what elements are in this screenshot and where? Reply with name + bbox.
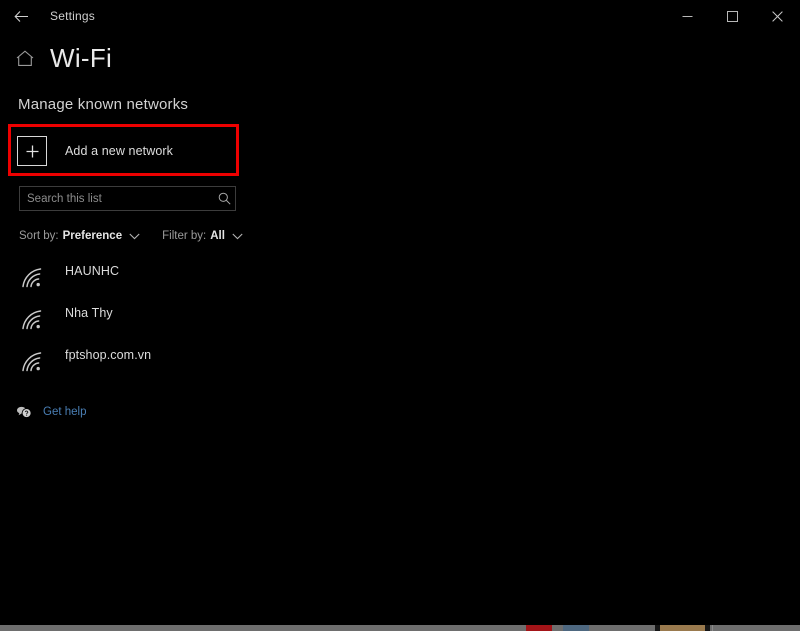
title-bar: Settings [0, 0, 800, 32]
sort-by-label: Sort by: [19, 230, 59, 242]
add-network-label: Add a new network [65, 144, 174, 158]
page-title: Wi-Fi [50, 43, 113, 73]
app-title: Settings [50, 9, 95, 23]
network-list-item[interactable]: HAUNHC [16, 255, 316, 297]
search-icon[interactable] [213, 187, 235, 210]
wifi-icon [18, 347, 48, 373]
taskbar-strip[interactable] [0, 625, 800, 631]
network-name: HAUNHC [65, 263, 120, 278]
home-icon[interactable] [12, 45, 38, 71]
chevron-down-icon [232, 233, 243, 240]
network-list-item[interactable]: fptshop.com.vn [16, 339, 316, 381]
network-name: Nha Thy [65, 305, 113, 320]
maximize-button[interactable] [710, 0, 755, 32]
sort-filter-row: Sort by: Preference Filter by: All [19, 227, 243, 245]
sort-by-value: Preference [62, 230, 123, 242]
minimize-icon [682, 11, 693, 22]
get-help-link[interactable]: Get help [14, 402, 86, 422]
section-heading: Manage known networks [18, 96, 189, 113]
filter-by-dropdown[interactable]: Filter by: All [162, 227, 243, 245]
add-network-button[interactable]: Add a new network [17, 133, 230, 169]
page-header: Wi-Fi [12, 40, 112, 76]
filter-by-label: Filter by: [162, 230, 207, 242]
network-list-item[interactable]: Nha Thy [16, 297, 316, 339]
get-help-label: Get help [43, 406, 87, 418]
maximize-icon [727, 10, 738, 22]
network-name: fptshop.com.vn [65, 347, 152, 362]
window-controls [665, 0, 800, 32]
taskbar-divider [712, 625, 713, 631]
plus-icon [17, 136, 47, 166]
close-icon [772, 10, 783, 22]
back-button[interactable] [4, 0, 38, 32]
help-bubble-icon [14, 403, 34, 421]
filter-by-value: All [210, 230, 225, 242]
sort-by-dropdown[interactable]: Sort by: Preference [19, 227, 140, 245]
chevron-down-icon [129, 233, 140, 240]
wifi-icon [18, 305, 48, 331]
search-box[interactable] [19, 186, 236, 211]
taskbar-icon-tan[interactable] [660, 625, 705, 631]
taskbar-icon-blue[interactable] [563, 625, 589, 631]
search-input[interactable] [20, 187, 213, 210]
back-arrow-icon [13, 10, 29, 23]
taskbar-icon-red[interactable] [526, 625, 552, 631]
close-button[interactable] [755, 0, 800, 32]
minimize-button[interactable] [665, 0, 710, 32]
taskbar-icon-dark-2[interactable] [705, 625, 710, 631]
wifi-icon [18, 263, 48, 289]
known-networks-list: HAUNHC Nha Thy fptshop.com.vn [16, 255, 316, 381]
